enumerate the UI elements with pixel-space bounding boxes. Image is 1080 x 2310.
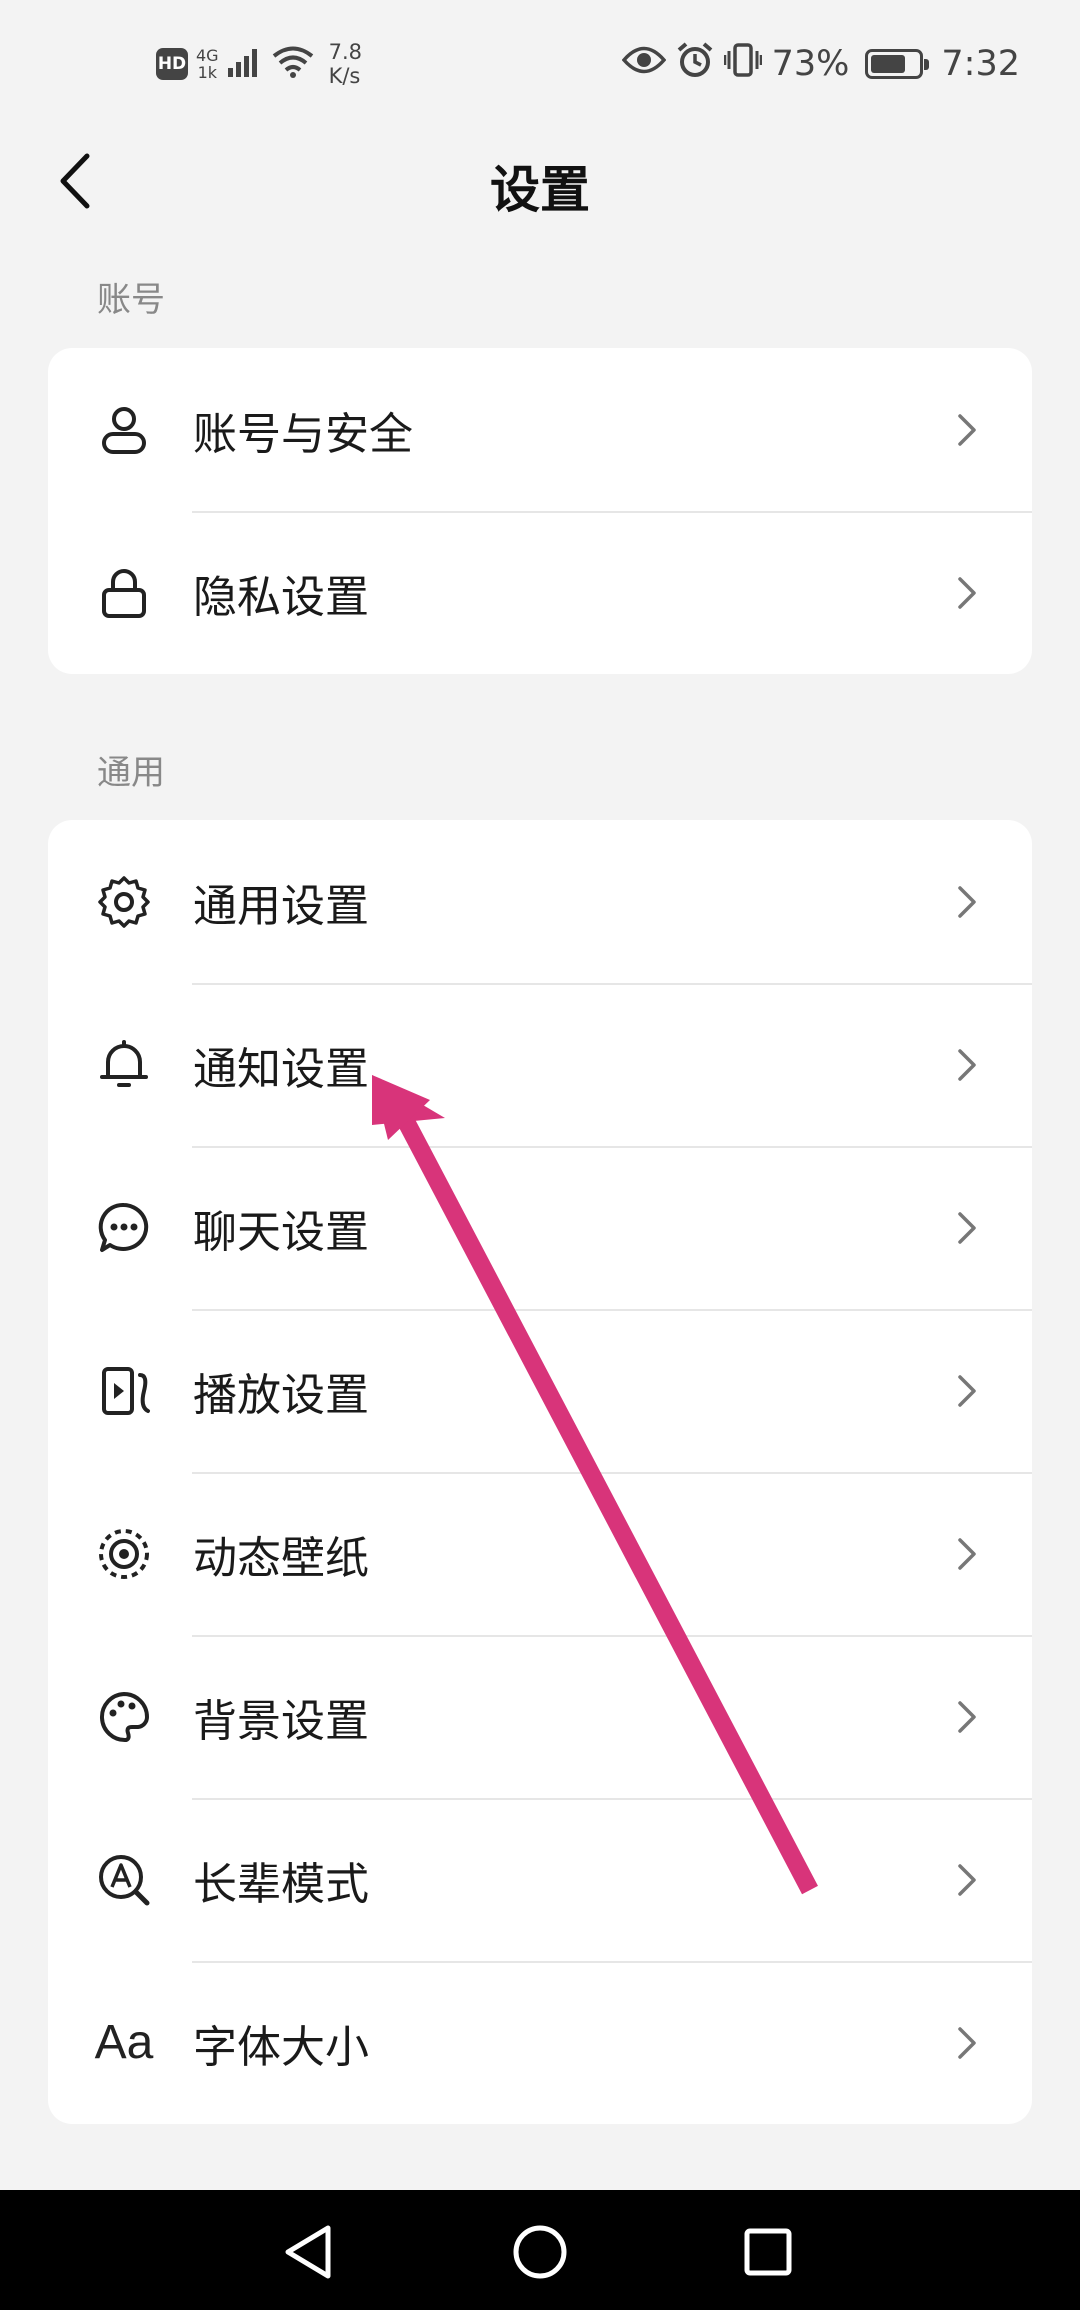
alarm-icon bbox=[676, 41, 714, 88]
chevron-right-icon bbox=[952, 882, 982, 922]
settings-screen: HD 4G 1k 7.8 K/s 73% 7:32 设置 账号 账号与安全 隐私… bbox=[0, 0, 1080, 2310]
vibrate-icon bbox=[723, 42, 762, 87]
gear-icon bbox=[94, 872, 154, 932]
status-time: 7:32 bbox=[941, 44, 1020, 84]
nav-home-button[interactable] bbox=[500, 2212, 580, 2292]
network-speed-value: 7.8 bbox=[328, 40, 362, 64]
chevron-right-icon bbox=[952, 2023, 982, 2063]
settings-item-account-security[interactable]: 账号与安全 bbox=[48, 348, 1032, 511]
status-left: HD 4G 1k 7.8 K/s bbox=[156, 36, 362, 92]
person-icon bbox=[94, 400, 154, 460]
nav-recents-button[interactable] bbox=[728, 2212, 808, 2292]
font-size-icon: Aa bbox=[94, 2016, 154, 2069]
battery-percent: 73% bbox=[771, 44, 850, 84]
wallpaper-icon bbox=[94, 1524, 154, 1584]
section-label-account: 账号 bbox=[97, 280, 165, 320]
settings-item-label: 播放设置 bbox=[193, 1369, 369, 1421]
section-label-general: 通用 bbox=[97, 753, 165, 793]
settings-item-playback[interactable]: 播放设置 bbox=[48, 1309, 1032, 1472]
navigation-bar bbox=[0, 2190, 1080, 2310]
chevron-right-icon bbox=[952, 1371, 982, 1411]
signal-icon bbox=[227, 46, 263, 82]
circle-home-icon bbox=[513, 2225, 567, 2279]
general-card: 通用设置 通知设置 聊天设置 播放设置 动态壁纸 背景设置 长辈模式 Aa 字体… bbox=[48, 820, 1032, 2124]
settings-item-background[interactable]: 背景设置 bbox=[48, 1635, 1032, 1798]
settings-item-label: 聊天设置 bbox=[193, 1206, 369, 1258]
settings-item-font-size[interactable]: Aa 字体大小 bbox=[48, 1961, 1032, 2124]
settings-item-notifications[interactable]: 通知设置 bbox=[48, 983, 1032, 1146]
triangle-back-icon bbox=[285, 2225, 331, 2279]
header: 设置 bbox=[0, 126, 1080, 236]
bell-icon bbox=[94, 1035, 154, 1095]
chevron-right-icon bbox=[952, 1697, 982, 1737]
chevron-right-icon bbox=[952, 573, 982, 613]
chevron-right-icon bbox=[952, 1045, 982, 1085]
palette-icon bbox=[94, 1687, 154, 1747]
battery-icon bbox=[865, 49, 930, 79]
settings-item-label: 账号与安全 bbox=[193, 408, 413, 460]
settings-item-label: 字体大小 bbox=[193, 2021, 369, 2073]
settings-item-label: 通用设置 bbox=[193, 880, 369, 932]
chat-bubble-icon bbox=[94, 1198, 154, 1258]
page-title: 设置 bbox=[490, 161, 590, 219]
settings-item-label: 隐私设置 bbox=[193, 571, 369, 623]
network-speed: 7.8 K/s bbox=[329, 40, 362, 88]
square-recents-icon bbox=[744, 2228, 792, 2276]
elder-mode-icon bbox=[94, 1850, 154, 1910]
network-type-label: 4G bbox=[196, 46, 219, 65]
settings-item-elder-mode[interactable]: 长辈模式 bbox=[48, 1798, 1032, 1961]
network-type: 4G 1k bbox=[196, 47, 219, 81]
account-card: 账号与安全 隐私设置 bbox=[48, 348, 1032, 674]
chevron-right-icon bbox=[952, 1860, 982, 1900]
network-type-sub: 1k bbox=[197, 63, 218, 82]
wifi-icon bbox=[271, 45, 315, 83]
hd-badge: HD bbox=[156, 48, 188, 80]
settings-item-label: 通知设置 bbox=[193, 1043, 369, 1095]
status-right: 73% 7:32 bbox=[621, 36, 1020, 92]
nav-back-button[interactable] bbox=[268, 2212, 348, 2292]
settings-item-label: 长辈模式 bbox=[193, 1858, 369, 1910]
settings-item-general[interactable]: 通用设置 bbox=[48, 820, 1032, 983]
play-icon bbox=[94, 1361, 154, 1421]
lock-icon bbox=[94, 563, 154, 623]
network-speed-unit: K/s bbox=[328, 64, 361, 88]
settings-item-live-wallpaper[interactable]: 动态壁纸 bbox=[48, 1472, 1032, 1635]
eye-icon bbox=[621, 44, 666, 84]
chevron-right-icon bbox=[952, 410, 982, 450]
status-bar: HD 4G 1k 7.8 K/s 73% 7:32 bbox=[0, 0, 1080, 126]
battery-fill bbox=[871, 55, 906, 73]
settings-item-label: 背景设置 bbox=[193, 1695, 369, 1747]
settings-item-label: 动态壁纸 bbox=[193, 1532, 369, 1584]
settings-item-chat[interactable]: 聊天设置 bbox=[48, 1146, 1032, 1309]
chevron-right-icon bbox=[952, 1208, 982, 1248]
settings-item-privacy[interactable]: 隐私设置 bbox=[48, 511, 1032, 674]
chevron-right-icon bbox=[952, 1534, 982, 1574]
